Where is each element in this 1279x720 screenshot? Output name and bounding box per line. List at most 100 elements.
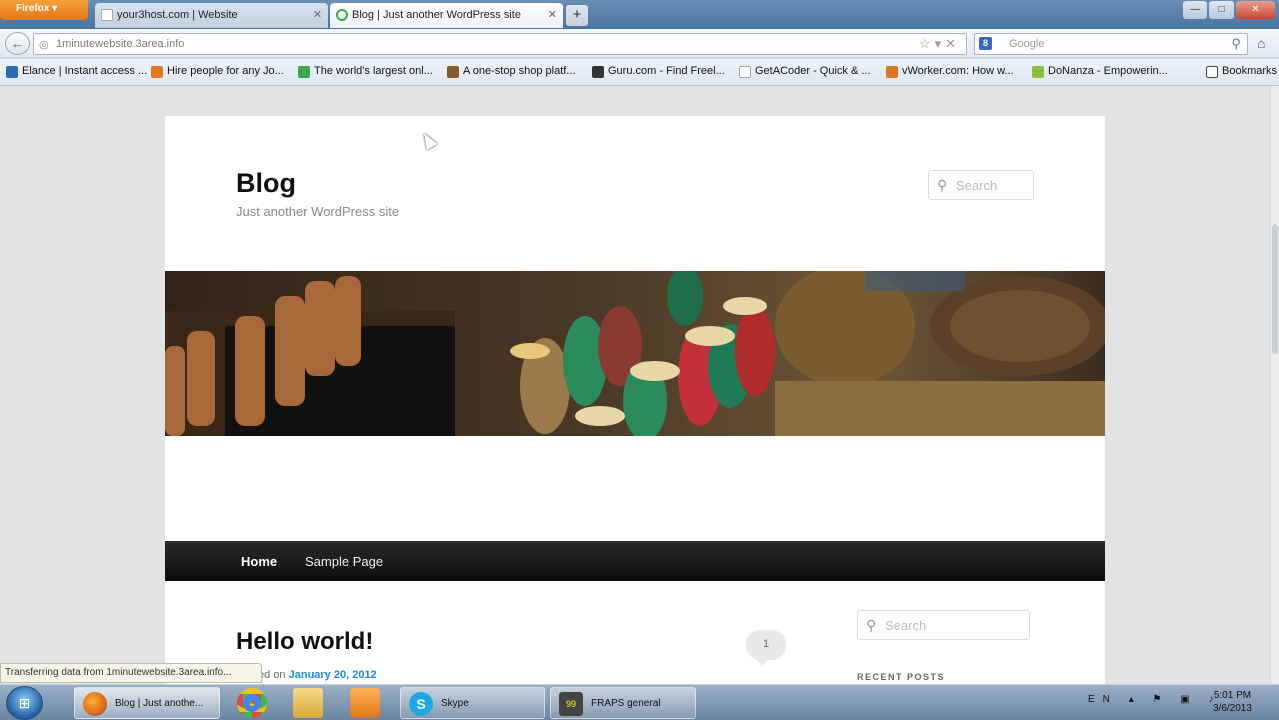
bookmark-favicon-icon bbox=[886, 66, 898, 78]
home-icon[interactable]: ⌂ bbox=[1257, 35, 1265, 51]
bookmark-favicon-icon bbox=[151, 66, 163, 78]
recent-posts-heading: RECENT POSTS bbox=[857, 672, 946, 682]
chess-pieces-photo bbox=[165, 271, 1105, 436]
bookmark-label: Guru.com - Find Freel... bbox=[608, 65, 725, 77]
wordpress-page: Blog Just another WordPress site ⚲ Searc… bbox=[165, 116, 1105, 684]
bookmark-favicon-icon bbox=[739, 66, 751, 78]
bookmark-favicon-icon bbox=[6, 66, 18, 78]
clock-time: 5:01 PM bbox=[1213, 690, 1252, 701]
address-bar-actions: ☆▾✕ bbox=[919, 36, 960, 52]
system-clock[interactable]: 5:01 PM 3/6/2013 bbox=[1213, 689, 1252, 715]
firefox-menu-button[interactable]: Firefox ▾ bbox=[0, 0, 88, 20]
bookmark-worlds-largest[interactable]: The world's largest onl... bbox=[298, 65, 433, 78]
bookmark-label: Hire people for any Jo... bbox=[167, 65, 284, 77]
bookmark-favicon-icon bbox=[298, 66, 310, 78]
search-icon: ⚲ bbox=[937, 177, 948, 193]
page-scrollbar[interactable] bbox=[1270, 86, 1279, 684]
address-bar[interactable]: ◎ 1minutewebsite.3area.info ☆▾✕ bbox=[33, 33, 967, 55]
tab-close-icon[interactable]: ✕ bbox=[548, 8, 557, 21]
bookmark-label: vWorker.com: How w... bbox=[902, 65, 1014, 77]
bookmarks-toolbar: Elance | Instant access ... Hire people … bbox=[0, 59, 1279, 86]
header-image-chess bbox=[165, 271, 1105, 436]
system-tray: EN ▴ ⚑ ▣ ♪ bbox=[1088, 694, 1221, 705]
fraps-icon: 99 bbox=[559, 692, 583, 716]
chrome-icon[interactable] bbox=[237, 688, 267, 718]
scrollbar-thumb[interactable] bbox=[1272, 224, 1278, 354]
window-controls: — □ ✕ bbox=[1183, 1, 1275, 19]
windows-taskbar: ⊞ Blog | Just anothe... S Skype 99 FRAPS… bbox=[0, 684, 1279, 720]
taskbar-window-label: Blog | Just anothe... bbox=[115, 698, 204, 709]
back-button-icon[interactable]: ← bbox=[5, 32, 30, 55]
google-engine-icon[interactable]: 8 bbox=[979, 37, 992, 50]
bookmark-favicon-icon bbox=[447, 66, 459, 78]
tab-label: your3host.com | Website bbox=[117, 9, 238, 21]
taskbar-firefox-window[interactable]: Blog | Just anothe... bbox=[74, 687, 220, 719]
bookmark-one-stop-shop[interactable]: A one-stop shop platf... bbox=[447, 65, 576, 78]
tab-label: Blog | Just another WordPress site bbox=[352, 9, 521, 21]
minimize-icon[interactable]: — bbox=[1183, 1, 1208, 19]
stop-icon[interactable]: ✕ bbox=[945, 36, 960, 51]
taskbar-window-label: FRAPS general bbox=[591, 698, 661, 709]
search-icon[interactable]: ⚲ bbox=[1231, 36, 1241, 52]
skype-icon: S bbox=[409, 692, 433, 716]
search-bar-placeholder: Google bbox=[1009, 38, 1045, 50]
page-viewport: Blog Just another WordPress site ⚲ Searc… bbox=[0, 86, 1270, 684]
page-favicon-icon bbox=[101, 9, 113, 21]
bookmark-vworker[interactable]: vWorker.com: How w... bbox=[886, 65, 1014, 78]
status-bar: Transferring data from 1minutewebsite.3a… bbox=[0, 663, 262, 683]
sidebar-search-input[interactable]: ⚲ Search bbox=[857, 610, 1030, 640]
url-text: 1minutewebsite.3area.info bbox=[56, 38, 185, 50]
browser-titlebar: Firefox ▾ your3host.com | Website ✕ Blog… bbox=[0, 0, 1279, 30]
bookmark-elance[interactable]: Elance | Instant access ... bbox=[6, 65, 148, 78]
maximize-icon[interactable]: □ bbox=[1209, 1, 1234, 19]
bookmark-label: Bookmarks bbox=[1222, 65, 1278, 77]
site-title[interactable]: Blog bbox=[236, 168, 296, 199]
action-center-flag-icon[interactable]: ⚑ bbox=[1153, 694, 1170, 705]
bookmark-guru[interactable]: Guru.com - Find Freel... bbox=[592, 65, 725, 78]
bookmark-favicon-icon bbox=[592, 66, 604, 78]
comment-count-bubble[interactable]: 1 bbox=[746, 630, 786, 666]
search-bar[interactable]: 8 Google ⚲ bbox=[974, 33, 1248, 55]
bookmark-label: DoNanza - Empowerin... bbox=[1048, 65, 1168, 77]
bookmarks-menu-icon bbox=[1206, 66, 1218, 78]
search-placeholder: Search bbox=[956, 178, 998, 193]
tab-close-icon[interactable]: ✕ bbox=[313, 8, 322, 21]
nav-item-home[interactable]: Home bbox=[241, 554, 277, 569]
search-placeholder: Search bbox=[885, 618, 927, 633]
close-window-icon[interactable]: ✕ bbox=[1235, 1, 1275, 19]
bookmark-getacoder[interactable]: GetACoder - Quick & ... bbox=[739, 65, 871, 78]
dropdown-arrow-icon[interactable]: ▾ bbox=[935, 36, 946, 51]
bookmark-label: Elance | Instant access ... bbox=[22, 65, 148, 77]
bookmarks-menu[interactable]: Bookmarks bbox=[1206, 65, 1278, 78]
taskbar-window-label: Skype bbox=[441, 698, 469, 709]
media-player-icon[interactable] bbox=[350, 688, 380, 718]
header-search-input[interactable]: ⚲ Search bbox=[928, 170, 1034, 200]
bookmark-label: A one-stop shop platf... bbox=[463, 65, 576, 77]
site-identity-icon[interactable]: ◎ bbox=[39, 38, 49, 51]
nav-item-sample-page[interactable]: Sample Page bbox=[305, 554, 383, 569]
bookmark-label: GetACoder - Quick & ... bbox=[755, 65, 871, 77]
firefox-menu-label: Firefox bbox=[16, 3, 50, 14]
main-navigation-bar: Home Sample Page bbox=[165, 541, 1105, 581]
tray-expand-icon[interactable]: ▴ bbox=[1129, 694, 1142, 705]
search-icon: ⚲ bbox=[866, 617, 877, 633]
language-indicator[interactable]: EN bbox=[1088, 694, 1118, 705]
start-button-icon[interactable]: ⊞ bbox=[6, 686, 43, 720]
network-icon[interactable]: ▣ bbox=[1180, 694, 1197, 705]
site-description: Just another WordPress site bbox=[236, 204, 400, 219]
bookmark-label: The world's largest onl... bbox=[314, 65, 433, 77]
new-tab-button[interactable]: + bbox=[566, 5, 588, 26]
folder-icon[interactable] bbox=[293, 688, 323, 718]
taskbar-skype-window[interactable]: S Skype bbox=[400, 687, 545, 719]
post-date-link[interactable]: January 20, 2012 bbox=[289, 669, 377, 681]
taskbar-fraps-window[interactable]: 99 FRAPS general bbox=[550, 687, 696, 719]
tab-blog[interactable]: Blog | Just another WordPress site ✕ bbox=[330, 3, 563, 28]
bookmark-hire-people[interactable]: Hire people for any Jo... bbox=[151, 65, 284, 78]
firefox-icon bbox=[83, 692, 107, 716]
bookmark-favicon-icon bbox=[1032, 66, 1044, 78]
bookmark-donanza[interactable]: DoNanza - Empowerin... bbox=[1032, 65, 1168, 78]
post-title[interactable]: Hello world! bbox=[236, 628, 373, 656]
navigation-toolbar: ← ◎ 1minutewebsite.3area.info ☆▾✕ 8 Goog… bbox=[0, 29, 1279, 58]
bookmark-star-icon[interactable]: ☆ bbox=[919, 36, 935, 51]
tab-your3host[interactable]: your3host.com | Website ✕ bbox=[95, 3, 328, 28]
